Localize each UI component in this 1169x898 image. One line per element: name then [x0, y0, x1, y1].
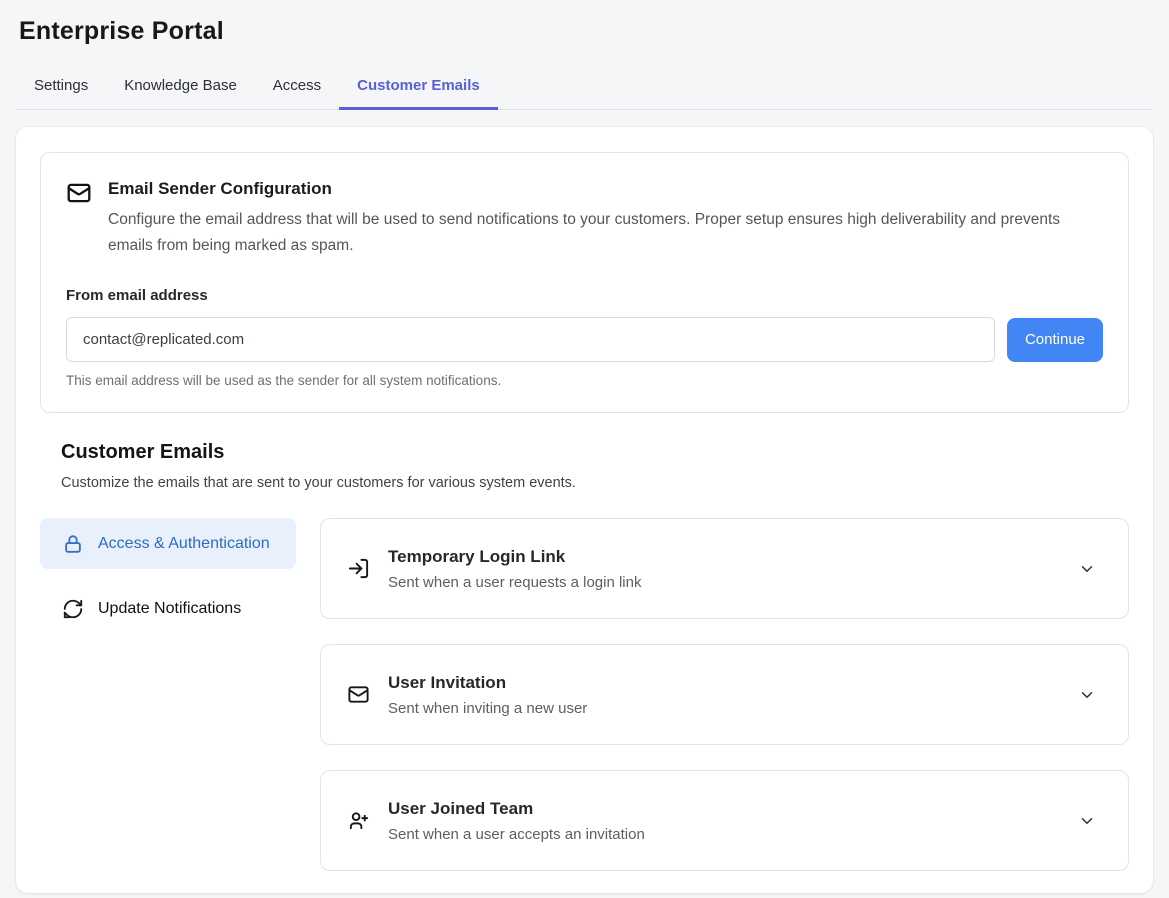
from-email-input[interactable] — [66, 317, 995, 362]
chevron-down-icon[interactable] — [1078, 686, 1096, 704]
category-label: Access & Authentication — [98, 532, 270, 555]
email-card-temporary-login-link[interactable]: Temporary Login Link Sent when a user re… — [320, 518, 1129, 619]
category-update-notifications[interactable]: Update Notifications — [40, 583, 296, 634]
email-card-user-invitation[interactable]: User Invitation Sent when inviting a new… — [320, 644, 1129, 745]
email-card-title: Temporary Login Link — [388, 547, 1060, 567]
email-card-title: User Invitation — [388, 673, 1060, 693]
user-plus-icon — [347, 809, 370, 832]
tab-access[interactable]: Access — [255, 68, 339, 110]
log-in-icon — [347, 557, 370, 580]
category-access-authentication[interactable]: Access & Authentication — [40, 518, 296, 569]
chevron-down-icon[interactable] — [1078, 812, 1096, 830]
customer-emails-section-header: Customer Emails Customize the emails tha… — [61, 441, 1129, 491]
chevron-down-icon[interactable] — [1078, 560, 1096, 578]
from-email-label: From email address — [66, 287, 1103, 304]
main-panel: Email Sender Configuration Configure the… — [16, 127, 1153, 893]
customer-emails-title: Customer Emails — [61, 441, 1129, 464]
email-card-title: User Joined Team — [388, 799, 1060, 819]
tab-settings[interactable]: Settings — [16, 68, 106, 110]
category-label: Update Notifications — [98, 597, 241, 620]
email-category-nav: Access & Authentication Update Notificat… — [40, 518, 296, 871]
refresh-icon — [62, 598, 84, 620]
lock-icon — [62, 533, 84, 555]
mail-icon — [66, 180, 92, 206]
from-email-helper-text: This email address will be used as the s… — [66, 373, 1103, 388]
mail-icon — [347, 683, 370, 706]
page-header: Enterprise Portal — [0, 0, 1169, 46]
email-card-subtitle: Sent when a user requests a login link — [388, 574, 1060, 591]
email-template-list: Temporary Login Link Sent when a user re… — [320, 518, 1129, 871]
customer-emails-description: Customize the emails that are sent to yo… — [61, 475, 1129, 491]
sender-config-title: Email Sender Configuration — [108, 177, 1093, 199]
tab-customer-emails[interactable]: Customer Emails — [339, 68, 498, 110]
sender-config-description: Configure the email address that will be… — [108, 207, 1093, 259]
email-sender-config-card: Email Sender Configuration Configure the… — [40, 152, 1129, 413]
page-title: Enterprise Portal — [19, 17, 1149, 46]
tab-bar: Settings Knowledge Base Access Customer … — [16, 68, 1153, 110]
email-card-user-joined-team[interactable]: User Joined Team Sent when a user accept… — [320, 770, 1129, 871]
continue-button[interactable]: Continue — [1007, 318, 1103, 362]
email-card-subtitle: Sent when inviting a new user — [388, 700, 1060, 717]
tab-knowledge-base[interactable]: Knowledge Base — [106, 68, 255, 110]
email-card-subtitle: Sent when a user accepts an invitation — [388, 826, 1060, 843]
